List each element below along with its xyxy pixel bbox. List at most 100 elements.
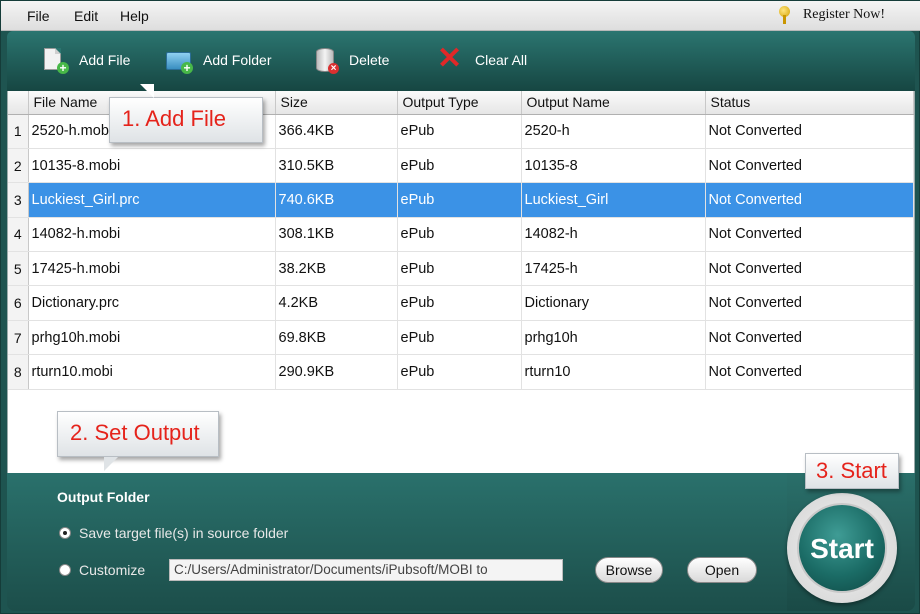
cell-output-type[interactable]: ePub — [397, 217, 522, 253]
radio-customize-label: Customize — [79, 562, 146, 578]
cell-output-name[interactable]: rturn10 — [521, 354, 706, 390]
delete-label: Delete — [349, 52, 390, 68]
row-number: 8 — [8, 354, 29, 390]
cell-status: Not Converted — [705, 148, 914, 184]
cell-output-name[interactable]: Luckiest_Girl — [521, 182, 706, 218]
callout-start: 3. Start — [805, 453, 899, 489]
add-file-label: Add File — [79, 52, 131, 68]
menu-help[interactable]: Help — [120, 8, 149, 24]
row-number: 6 — [8, 285, 29, 321]
cell-output-type[interactable]: ePub — [397, 148, 522, 184]
callout-start-text: 3. Start — [816, 458, 887, 483]
table-row[interactable]: 5 17425-h.mobi 38.2KB ePub 17425-h Not C… — [8, 251, 914, 287]
cell-file-name: Luckiest_Girl.prc — [28, 182, 276, 218]
cell-output-name[interactable]: 17425-h — [521, 251, 706, 287]
open-button[interactable]: Open — [687, 557, 757, 583]
add-file-button[interactable]: + Add File — [41, 41, 130, 79]
cell-size: 69.8KB — [275, 320, 398, 356]
cell-status: Not Converted — [705, 320, 914, 356]
output-panel: Output Folder Save target file(s) in sou… — [7, 473, 915, 611]
register-label: Register Now! — [802, 7, 885, 22]
clear-all-button[interactable]: ✕ Clear All — [437, 41, 527, 79]
add-folder-button[interactable]: + Add Folder — [165, 41, 271, 79]
callout-add-file-text: 1. Add File — [122, 106, 226, 131]
row-number: 4 — [8, 217, 29, 253]
column-header-output-type[interactable]: Output Type — [397, 91, 522, 115]
row-number: 7 — [8, 320, 29, 356]
callout-pointer — [140, 84, 154, 98]
radio-source-folder[interactable]: Save target file(s) in source folder — [59, 525, 288, 541]
cell-output-type[interactable]: ePub — [397, 251, 522, 287]
cell-size: 308.1KB — [275, 217, 398, 253]
register-now-link[interactable]: Register Now! — [777, 6, 885, 24]
callout-set-output-text: 2. Set Output — [70, 420, 200, 445]
cell-size: 366.4KB — [275, 114, 398, 149]
clear-all-label: Clear All — [475, 52, 528, 68]
cell-file-name: 10135-8.mobi — [28, 148, 276, 184]
cell-output-type[interactable]: ePub — [397, 354, 522, 390]
radio-source-folder-label: Save target file(s) in source folder — [79, 525, 289, 541]
delete-icon: × — [311, 46, 339, 74]
add-folder-label: Add Folder — [203, 52, 272, 68]
output-settings: Output Folder Save target file(s) in sou… — [7, 473, 787, 611]
cell-output-name[interactable]: 10135-8 — [521, 148, 706, 184]
delete-button[interactable]: × Delete — [311, 41, 389, 79]
cell-status: Not Converted — [705, 285, 914, 321]
cell-size: 310.5KB — [275, 148, 398, 184]
cell-file-name: 17425-h.mobi — [28, 251, 276, 287]
row-number-header — [8, 91, 29, 115]
table-row[interactable]: 8 rturn10.mobi 290.9KB ePub rturn10 Not … — [8, 354, 914, 390]
table-row[interactable]: 4 14082-h.mobi 308.1KB ePub 14082-h Not … — [8, 217, 914, 253]
cell-file-name: 14082-h.mobi — [28, 217, 276, 253]
column-header-size[interactable]: Size — [275, 91, 398, 115]
cell-size: 290.9KB — [275, 354, 398, 390]
browse-button[interactable]: Browse — [595, 557, 663, 583]
add-file-icon: + — [41, 46, 69, 74]
cell-file-name: prhg10h.mobi — [28, 320, 276, 356]
menu-edit[interactable]: Edit — [74, 8, 98, 24]
menu-bar: File Edit Help Register Now! — [1, 1, 920, 31]
table-row[interactable]: 7 prhg10h.mobi 69.8KB ePub prhg10h Not C… — [8, 320, 914, 356]
cell-size: 4.2KB — [275, 285, 398, 321]
start-button[interactable]: Start — [797, 503, 887, 593]
column-header-output-name[interactable]: Output Name — [521, 91, 706, 115]
row-number: 2 — [8, 148, 29, 184]
cell-output-name[interactable]: Dictionary — [521, 285, 706, 321]
column-header-status[interactable]: Status — [705, 91, 914, 115]
cell-size: 740.6KB — [275, 182, 398, 218]
app-window: File Edit Help Register Now! + Add File … — [0, 0, 920, 614]
cell-size: 38.2KB — [275, 251, 398, 287]
add-folder-icon: + — [165, 46, 193, 74]
table-row-selected[interactable]: 3 Luckiest_Girl.prc 740.6KB ePub Luckies… — [8, 182, 914, 218]
cell-output-type[interactable]: ePub — [397, 114, 522, 149]
cell-output-name[interactable]: 2520-h — [521, 114, 706, 149]
output-folder-title: Output Folder — [57, 489, 150, 505]
callout-add-file: 1. Add File — [109, 84, 263, 143]
row-number: 3 — [8, 182, 29, 218]
table-row[interactable]: 2 10135-8.mobi 310.5KB ePub 10135-8 Not … — [8, 148, 914, 184]
cell-file-name: Dictionary.prc — [28, 285, 276, 321]
menu-file[interactable]: File — [27, 8, 50, 24]
cell-output-type[interactable]: ePub — [397, 320, 522, 356]
cell-output-type[interactable]: ePub — [397, 285, 522, 321]
cell-output-name[interactable]: 14082-h — [521, 217, 706, 253]
toolbar: + Add File + Add Folder × Delete ✕ Clear… — [7, 31, 915, 91]
radio-customize[interactable]: Customize — [59, 562, 145, 578]
cell-output-type[interactable]: ePub — [397, 182, 522, 218]
cell-output-name[interactable]: prhg10h — [521, 320, 706, 356]
cell-status: Not Converted — [705, 251, 914, 287]
radio-selected-icon — [59, 527, 71, 539]
radio-unselected-icon — [59, 564, 71, 576]
cell-status: Not Converted — [705, 182, 914, 218]
cell-status: Not Converted — [705, 114, 914, 149]
callout-set-output: 2. Set Output — [57, 411, 219, 471]
key-icon — [777, 6, 793, 24]
clear-all-icon: ✕ — [437, 42, 463, 75]
callout-pointer — [104, 457, 118, 471]
table-row[interactable]: 6 Dictionary.prc 4.2KB ePub Dictionary N… — [8, 285, 914, 321]
cell-file-name: rturn10.mobi — [28, 354, 276, 390]
cell-status: Not Converted — [705, 217, 914, 253]
row-number: 5 — [8, 251, 29, 287]
row-number: 1 — [8, 114, 29, 149]
output-path-field[interactable]: C:/Users/Administrator/Documents/iPubsof… — [169, 559, 563, 581]
